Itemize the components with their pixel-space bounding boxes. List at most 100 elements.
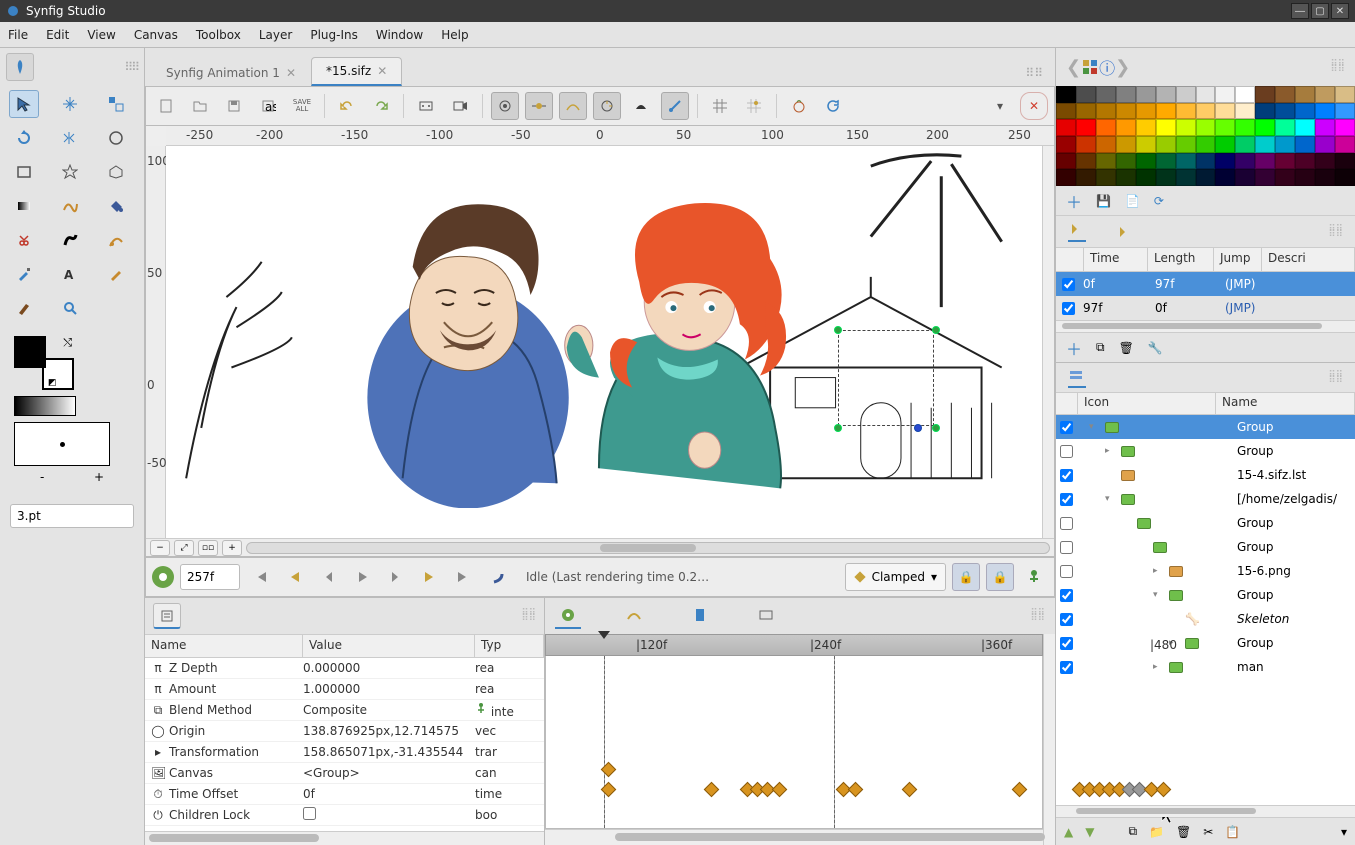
layer-visible[interactable] [1060, 493, 1073, 506]
palette-swatch[interactable] [1255, 103, 1275, 120]
palette-swatch[interactable] [1076, 169, 1096, 186]
background-color[interactable] [42, 358, 74, 390]
palette-swatch[interactable] [1176, 136, 1196, 153]
param-row[interactable]: ▸Transformation158.865071px,-31.435544tr… [145, 742, 544, 763]
palette-swatch[interactable] [1215, 136, 1235, 153]
layer-visible[interactable] [1060, 445, 1073, 458]
animate-editing-button[interactable] [1020, 563, 1048, 591]
layer-row[interactable]: 🦴Skeleton [1056, 607, 1355, 631]
palette-swatch[interactable] [1116, 136, 1136, 153]
dock-grip-icon[interactable]: ⠿⠿ [124, 60, 138, 74]
render-button[interactable] [412, 92, 440, 120]
palette-swatch[interactable] [1295, 136, 1315, 153]
layer-group-button[interactable]: 📁 [1149, 825, 1164, 839]
keyframe-duplicate-button[interactable]: ⧉ [1096, 340, 1105, 355]
palette-swatch[interactable] [1255, 119, 1275, 136]
seek-start-button[interactable] [246, 563, 274, 591]
palette-swatch[interactable] [1196, 86, 1216, 103]
params-scroll-h[interactable] [145, 831, 544, 845]
layer-visible[interactable] [1060, 469, 1073, 482]
palette-swatch[interactable] [1116, 169, 1136, 186]
palette-swatch[interactable] [1176, 86, 1196, 103]
brush-size-input[interactable]: 3.pt [10, 504, 134, 528]
brush-tool[interactable] [9, 294, 39, 322]
palette-swatch[interactable] [1215, 86, 1235, 103]
save-as-button[interactable]: as [254, 92, 282, 120]
menu-help[interactable]: Help [441, 28, 468, 42]
param-row[interactable]: ⏻Children Lockboo [145, 805, 544, 826]
timetrack-tab[interactable] [555, 603, 581, 629]
menu-plugins[interactable]: Plug-Ins [310, 28, 358, 42]
swap-colors-icon[interactable]: ⤭ [63, 336, 72, 350]
palette-swatch[interactable] [1136, 119, 1156, 136]
grid-toggle[interactable] [706, 92, 734, 120]
palette-swatch[interactable] [1196, 153, 1216, 170]
palette-swatch[interactable] [1076, 119, 1096, 136]
palette-swatch[interactable] [1176, 153, 1196, 170]
palette-swatch[interactable] [1176, 119, 1196, 136]
seek-prev-kf-button[interactable] [280, 563, 308, 591]
keyframes-alt-tab[interactable] [1116, 225, 1134, 239]
palette-swatch[interactable] [1136, 86, 1156, 103]
palette-swatch[interactable] [1196, 169, 1216, 186]
layer-visible[interactable] [1060, 541, 1073, 554]
params-tab[interactable] [153, 603, 181, 629]
options-dropdown[interactable]: ▾ [986, 92, 1014, 120]
document-tab[interactable]: Synfig Animation 1 ✕ [151, 59, 311, 86]
keyframe-diamond[interactable] [772, 782, 788, 798]
layer-row[interactable]: ▾[/home/zelgadis/ [1056, 487, 1355, 511]
zoom-fit-button[interactable]: ⤢ [174, 540, 194, 556]
dock-grip-icon[interactable]: ⠿⠿ [1019, 60, 1049, 86]
width-tool[interactable] [101, 226, 131, 254]
spline-tool[interactable] [55, 192, 85, 220]
param-row[interactable]: ⧉Blend MethodComposite inte [145, 700, 544, 721]
keyframes-scroll-h[interactable] [1056, 320, 1355, 332]
palette-swatch[interactable] [1315, 103, 1335, 120]
dock-grip-icon[interactable]: ⠿⠿⠿⠿ [1330, 62, 1345, 72]
palette-swatch[interactable] [1156, 86, 1176, 103]
palette-swatch[interactable] [1295, 169, 1315, 186]
canvas-scrollbar-v[interactable] [1042, 146, 1054, 538]
palette-swatch[interactable] [1076, 136, 1096, 153]
layer-visible[interactable] [1060, 589, 1073, 602]
layer-visible[interactable] [1060, 613, 1073, 626]
keyframe-enable[interactable] [1062, 278, 1075, 291]
col-type[interactable]: Typ [475, 635, 544, 657]
close-canvas-button[interactable]: ✕ [1020, 92, 1048, 120]
palette-swatch[interactable] [1096, 86, 1116, 103]
palette-swatch[interactable] [1235, 86, 1255, 103]
layer-row[interactable]: ▾Group [1056, 415, 1355, 439]
cutout-tool[interactable] [9, 226, 39, 254]
palette-swatch[interactable] [1096, 136, 1116, 153]
palette-swatch[interactable] [1056, 119, 1076, 136]
keyframe-remove-button[interactable]: 🗑 [1119, 341, 1134, 355]
refresh-button[interactable] [819, 92, 847, 120]
param-row[interactable]: ◯Origin138.876925px,12.714575vec [145, 721, 544, 742]
keyframe-diamond[interactable] [848, 782, 864, 798]
layer-delete-button[interactable]: 🗑 [1176, 825, 1191, 839]
palette-swatch[interactable] [1215, 169, 1235, 186]
palette-tab-icon[interactable] [1081, 58, 1099, 76]
snap-grid-toggle[interactable] [740, 92, 768, 120]
palette-swatch[interactable] [1156, 136, 1176, 153]
palette-swatch[interactable] [1315, 169, 1335, 186]
circle-tool[interactable] [101, 124, 131, 152]
transform-tool[interactable] [9, 90, 39, 118]
palette-swatch[interactable] [1335, 153, 1355, 170]
palette-swatch[interactable] [1056, 86, 1076, 103]
col-descr[interactable]: Descri [1262, 248, 1355, 271]
open-file-button[interactable] [186, 92, 214, 120]
history-tab[interactable] [687, 603, 713, 629]
palette-add-button[interactable]: ＋ [1066, 189, 1082, 213]
palette-swatch[interactable] [1315, 86, 1335, 103]
menu-file[interactable]: File [8, 28, 28, 42]
keyframe-props-button[interactable]: 🔧 [1148, 341, 1163, 355]
close-button[interactable]: ✕ [1331, 3, 1349, 19]
palette-swatch[interactable] [1076, 153, 1096, 170]
palette-swatch[interactable] [1136, 103, 1156, 120]
palette-swatch[interactable] [1076, 86, 1096, 103]
palette-swatch[interactable] [1275, 86, 1295, 103]
layer-up-button[interactable]: ▲ [1064, 825, 1073, 839]
palette-swatch[interactable] [1136, 169, 1156, 186]
palette-swatch[interactable] [1076, 103, 1096, 120]
